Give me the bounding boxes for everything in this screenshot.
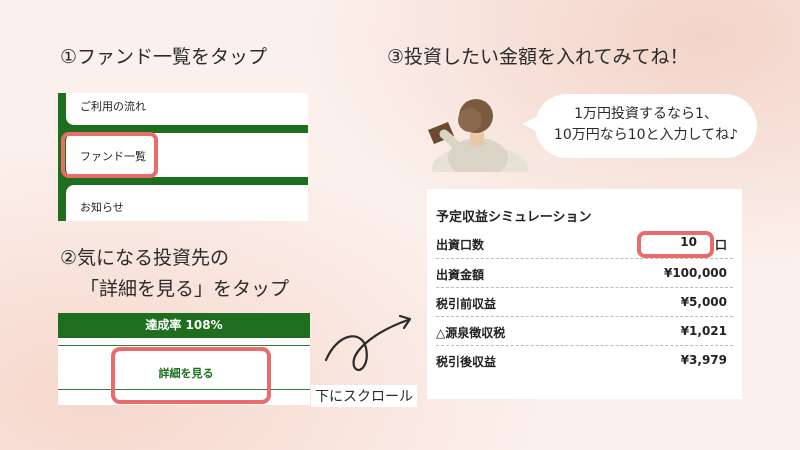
fund-list-highlight — [61, 132, 158, 178]
bubble-line1: 1万円投資するなら1、 — [574, 106, 718, 122]
view-details-highlight — [111, 347, 271, 404]
bubble-line2: 10万円なら10と入力してね♪ — [553, 127, 739, 143]
menu-item-label: ご利用の流れ — [80, 100, 146, 113]
withholding-tax-row: △源泉徴収税 ¥1,021 — [436, 316, 733, 346]
investment-amount-row: 出資金額 ¥100,000 — [436, 258, 733, 288]
person-photo — [428, 99, 528, 172]
units-suffix: 口 — [714, 238, 727, 252]
menu-item-usage-flow[interactable]: ご利用の流れ — [66, 93, 308, 125]
step3-title: ③投資したい金額を入れてみてね！ — [387, 46, 689, 68]
divider — [58, 345, 310, 346]
row-value: ¥1,021 — [680, 324, 727, 338]
row-label: 税引前収益 — [436, 297, 497, 311]
row-value: ¥100,000 — [663, 266, 727, 280]
row-label: △源泉徴収税 — [436, 326, 506, 340]
speech-bubble: 1万円投資するなら1、 10万円なら10と入力してね♪ — [535, 94, 757, 158]
units-label: 出資口数 — [436, 238, 485, 252]
row-value: ¥3,979 — [680, 353, 727, 367]
curved-arrow-icon — [324, 314, 412, 372]
step2-title-line2: 「詳細を見る」をタップ — [80, 278, 290, 300]
row-label: 税引後収益 — [436, 355, 497, 369]
step2-title-line1: ②気になる投資先の — [60, 247, 230, 269]
units-input-highlight — [637, 231, 714, 258]
aftertax-profit-row: 税引後収益 ¥3,979 — [436, 345, 733, 375]
simulation-title: 予定収益シミュレーション — [436, 210, 592, 225]
achievement-rate-bar: 達成率 108% — [58, 313, 310, 338]
step1-title: ①ファンド一覧をタップ — [60, 46, 268, 68]
profit-simulation-card: 予定収益シミュレーション 出資口数 10 口 出資金額 ¥100,000 税引前… — [427, 189, 742, 399]
row-value: ¥5,000 — [680, 295, 727, 309]
row-label: 出資金額 — [436, 268, 485, 282]
menu-item-news[interactable]: お知らせ — [66, 185, 308, 221]
scroll-down-hint: 下にスクロール — [311, 385, 417, 407]
menu-item-label: お知らせ — [80, 201, 124, 214]
pretax-profit-row: 税引前収益 ¥5,000 — [436, 287, 733, 317]
